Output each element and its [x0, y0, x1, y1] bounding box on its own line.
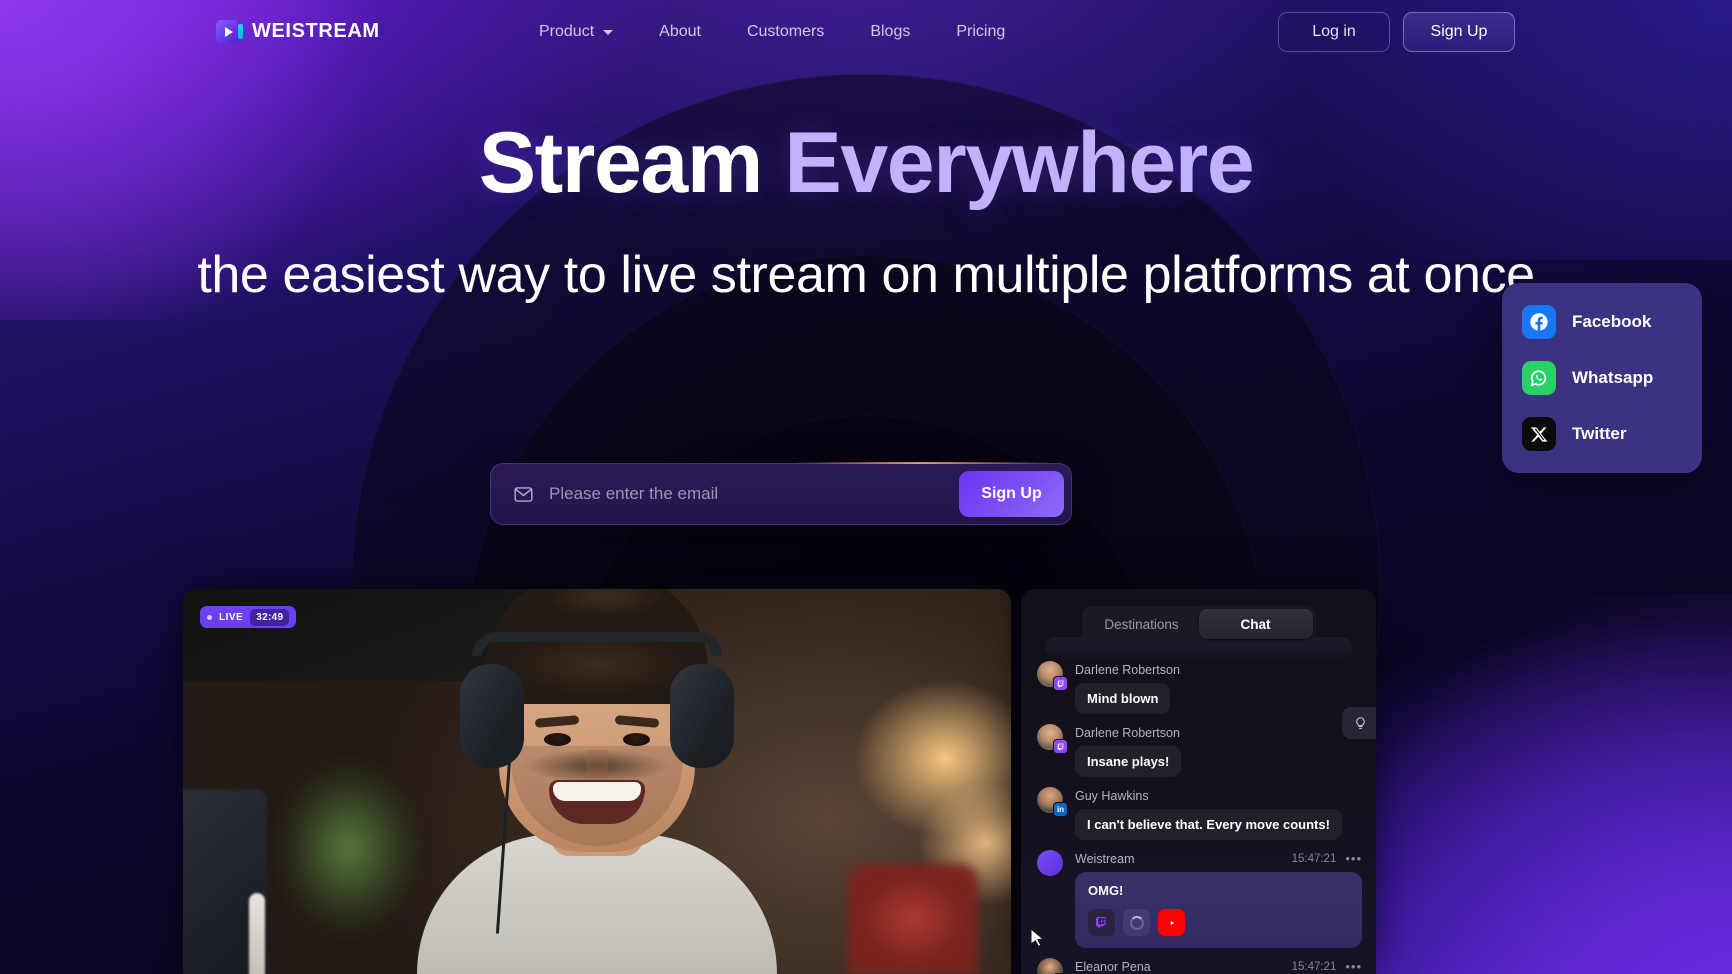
chat-message: Darlene Robertson Insane plays!	[1035, 724, 1362, 777]
brand-logo[interactable]: WEISTREAM	[216, 18, 380, 45]
twitch-icon	[1053, 676, 1068, 691]
whatsapp-icon	[1522, 361, 1556, 395]
social-item-facebook[interactable]: Facebook	[1522, 305, 1682, 339]
twitch-icon	[1053, 739, 1068, 754]
twitter-x-icon	[1522, 417, 1556, 451]
youtube-icon	[1158, 909, 1185, 936]
chat-message-bubble: OMG!	[1075, 872, 1362, 948]
social-share-panel: Facebook Whatsapp Twitter	[1502, 283, 1702, 473]
email-input[interactable]	[534, 484, 959, 504]
hero-subtitle: the easiest way to live stream on multip…	[197, 245, 1535, 304]
chat-message-author: Eleanor Pena	[1075, 959, 1151, 974]
chat-message-brand: Weistream 15:47:21 ••• OMG!	[1035, 850, 1362, 948]
social-item-whatsapp[interactable]: Whatsapp	[1522, 361, 1682, 395]
hero-title-accent: Everywhere	[784, 115, 1254, 211]
chat-message-author: Guy Hawkins	[1075, 788, 1149, 803]
chat-hint-button[interactable]	[1342, 707, 1376, 739]
chat-message-header: Darlene Robertson	[1035, 661, 1362, 678]
nav-link-blogs[interactable]: Blogs	[847, 23, 933, 41]
chat-message-text: Mind blown	[1075, 683, 1171, 714]
form-top-glow	[791, 462, 1051, 464]
nav-link-product[interactable]: Product	[516, 23, 636, 41]
video-frame	[183, 589, 1011, 974]
nav-link-about[interactable]: About	[636, 23, 724, 41]
chat-message-header: Eleanor Pena 15:47:21 •••	[1035, 958, 1362, 974]
social-label-whatsapp: Whatsapp	[1572, 368, 1654, 387]
message-platform-status-icons	[1088, 909, 1349, 936]
live-status-badge: LIVE 32:49	[200, 606, 297, 628]
chat-message-text: OMG!	[1088, 883, 1124, 898]
chat-message-time: 15:47:21	[1291, 960, 1337, 973]
page-title: Stream Everywhere	[0, 119, 1732, 208]
chat-message-time: 15:47:21	[1291, 852, 1337, 865]
chat-message-list[interactable]: Darlene Robertson Mind blown Darlene Rob…	[1021, 661, 1376, 974]
chat-message: Darlene Robertson Mind blown	[1035, 661, 1362, 714]
nav-link-pricing[interactable]: Pricing	[933, 23, 1028, 41]
live-label: LIVE	[219, 611, 244, 623]
brand-name: WEISTREAM	[252, 20, 380, 42]
chat-panel-tabs: Destinations Chat	[1081, 606, 1316, 642]
stream-video-preview[interactable]: LIVE 32:49	[183, 589, 1011, 974]
chat-panel: Destinations Chat Darlene Robertson Mind…	[1021, 589, 1376, 974]
social-item-twitter[interactable]: Twitter	[1522, 417, 1682, 451]
tab-chat[interactable]: Chat	[1198, 609, 1313, 639]
login-button[interactable]: Log in	[1278, 12, 1390, 52]
chevron-down-icon	[603, 29, 614, 35]
loading-spinner-icon	[1123, 909, 1150, 936]
social-label-facebook: Facebook	[1572, 312, 1652, 331]
facebook-icon	[1522, 305, 1556, 339]
chat-message-author: Darlene Robertson	[1075, 725, 1180, 740]
nav-link-product-label: Product	[539, 23, 595, 40]
top-navigation-bar: WEISTREAM Product About Customers Blogs …	[0, 0, 1732, 64]
hero-title-primary: Stream	[478, 115, 785, 211]
nav-link-customers[interactable]: Customers	[724, 23, 847, 41]
chat-message-header: Darlene Robertson	[1035, 724, 1362, 741]
avatar	[1037, 850, 1063, 876]
stream-timer: 32:49	[250, 608, 290, 626]
more-options-icon[interactable]: •••	[1345, 852, 1362, 865]
chat-message-header: Guy Hawkins	[1035, 787, 1362, 804]
form-signup-button[interactable]: Sign Up	[959, 471, 1064, 517]
chat-message-author: Weistream	[1075, 851, 1135, 866]
chat-message: Eleanor Pena 15:47:21 •••	[1035, 958, 1362, 974]
more-options-icon[interactable]: •••	[1345, 960, 1362, 973]
social-label-twitter: Twitter	[1572, 424, 1627, 443]
email-signup-form: Sign Up	[490, 462, 1072, 525]
signup-button[interactable]: Sign Up	[1403, 12, 1515, 52]
chat-message-text: I can't believe that. Every move counts!	[1075, 809, 1342, 840]
chat-message: in Guy Hawkins I can't believe that. Eve…	[1035, 787, 1362, 840]
lightbulb-icon	[1355, 716, 1365, 729]
chat-message-author: Darlene Robertson	[1075, 662, 1180, 677]
chat-message-header: Weistream 15:47:21 •••	[1035, 850, 1362, 867]
linkedin-icon: in	[1053, 802, 1068, 817]
live-dot-icon	[207, 614, 212, 620]
play-logo-icon	[216, 18, 243, 45]
hero-section: Stream Everywhere the easiest way to liv…	[0, 119, 1732, 308]
mouse-cursor	[1030, 928, 1045, 948]
twitch-icon	[1088, 909, 1115, 936]
nav-actions: Log in Sign Up	[1278, 12, 1515, 52]
chat-message-text: Insane plays!	[1075, 746, 1182, 777]
tab-destinations[interactable]: Destinations	[1085, 609, 1199, 639]
mail-icon	[514, 486, 533, 502]
nav-links: Product About Customers Blogs Pricing	[516, 0, 1028, 64]
